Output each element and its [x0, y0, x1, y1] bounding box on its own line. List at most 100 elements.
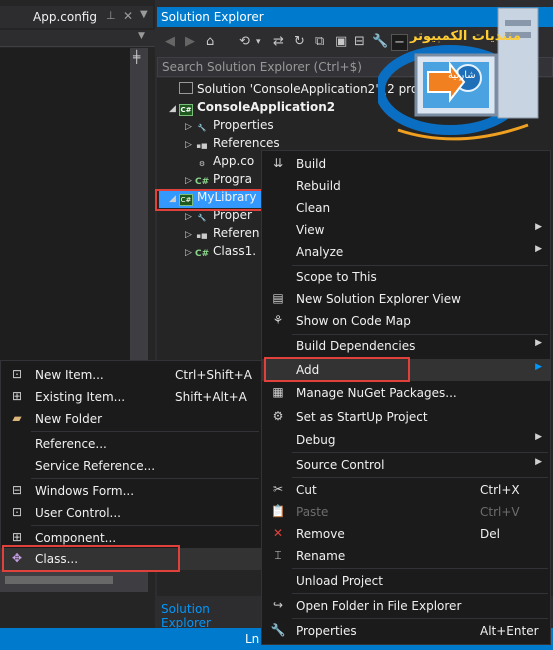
- expand-arrow-icon[interactable]: ▷: [185, 140, 195, 150]
- menu-item-properties[interactable]: 🔧 Properties Alt+Enter: [262, 620, 550, 642]
- menu-item-new-folder[interactable]: ▰ New Folder: [1, 408, 261, 430]
- menu-item-build[interactable]: ⇊ Build: [262, 153, 550, 175]
- document-tab[interactable]: App.config ⊥ ✕ ▼: [0, 6, 153, 28]
- menu-shortcut: Del: [480, 527, 500, 541]
- remove-icon: ✕: [272, 526, 284, 540]
- expand-arrow-icon[interactable]: ▷: [185, 176, 195, 186]
- menu-item-remove[interactable]: ✕ Remove Del: [262, 523, 550, 545]
- tree-label: ConsoleApplication2: [197, 100, 336, 114]
- forward-icon[interactable]: ▶: [185, 34, 195, 49]
- horizontal-scrollbar[interactable]: [0, 570, 148, 592]
- chevron-down-icon[interactable]: ▼: [138, 31, 145, 41]
- menu-item-analyze[interactable]: Analyze ▶: [262, 241, 550, 263]
- existing-item-icon: ⊞: [11, 389, 23, 403]
- tree-node-consoleapplication2[interactable]: ◢ C# ConsoleApplication2: [169, 100, 335, 118]
- back-icon[interactable]: ◀: [165, 34, 175, 49]
- menu-item-scope-to-this[interactable]: Scope to This: [262, 266, 550, 288]
- menu-separator: [292, 568, 548, 569]
- menu-item-unload-project[interactable]: Unload Project: [262, 570, 550, 592]
- wrench-icon: 🔧: [197, 214, 207, 222]
- expand-arrow-icon[interactable]: ▷: [185, 212, 195, 222]
- wrench-icon: 🔧: [197, 124, 207, 132]
- menu-item-rename[interactable]: ⌶ Rename: [262, 545, 550, 567]
- chevron-down-icon[interactable]: ▾: [256, 37, 261, 47]
- sync-icon[interactable]: ⟲: [239, 34, 250, 49]
- menu-item-set-startup[interactable]: ⚙ Set as StartUp Project: [262, 406, 550, 428]
- tree-label: App.co: [213, 154, 255, 168]
- navigation-bar[interactable]: ▼: [0, 30, 155, 47]
- paste-icon: 📋: [270, 504, 286, 518]
- menu-item-clean[interactable]: Clean: [262, 197, 550, 219]
- menu-item-debug[interactable]: Debug ▶: [262, 429, 550, 451]
- rename-icon: ⌶: [274, 548, 282, 562]
- menu-separator: [31, 478, 259, 479]
- menu-label: Existing Item...: [35, 390, 126, 404]
- menu-item-new-item[interactable]: ⊡ New Item... Ctrl+Shift+A: [1, 364, 261, 386]
- highlight-box: [264, 357, 410, 382]
- menu-label: Analyze: [296, 245, 344, 259]
- menu-item-windows-form[interactable]: ⊟ Windows Form...: [1, 480, 261, 502]
- collapse-all-icon[interactable]: ⧉: [315, 34, 324, 49]
- windows-form-icon: ⊟: [11, 483, 23, 497]
- menu-label: Build: [296, 157, 327, 171]
- menu-item-show-on-code-map[interactable]: ⚘ Show on Code Map: [262, 310, 550, 332]
- tree-node-properties[interactable]: ▷ 🔧 Properties: [185, 118, 274, 136]
- menu-label: Source Control: [296, 458, 385, 472]
- status-line: Ln: [245, 632, 260, 646]
- menu-item-build-dependencies[interactable]: Build Dependencies ▶: [262, 335, 550, 357]
- menu-item-rebuild[interactable]: Rebuild: [262, 175, 550, 197]
- folder-icon: ▰: [12, 411, 22, 425]
- tab-solution-explorer[interactable]: Solution Explorer: [157, 596, 257, 630]
- preview-icon[interactable]: ⊟: [354, 34, 365, 49]
- menu-item-manage-nuget[interactable]: ▦ Manage NuGet Packages...: [262, 382, 550, 404]
- tree-node-class1[interactable]: ▷ C# Class1.: [185, 244, 256, 262]
- menu-item-open-folder[interactable]: ↪ Open Folder in File Explorer: [262, 595, 550, 617]
- menu-label: Debug: [296, 433, 336, 447]
- chevron-down-icon[interactable]: ▼: [140, 9, 148, 20]
- close-icon[interactable]: ✕: [123, 9, 133, 23]
- home-icon[interactable]: ⌂: [206, 34, 214, 49]
- refresh-icon[interactable]: ↻: [294, 34, 305, 49]
- new-item-icon: ⊡: [11, 367, 23, 381]
- open-folder-icon: ↪: [272, 598, 284, 612]
- references-icon: ▪■: [196, 142, 208, 150]
- menu-item-service-reference[interactable]: Service Reference...: [1, 455, 261, 477]
- submenu-arrow-icon: ▶: [535, 338, 542, 348]
- scrollbar-thumb[interactable]: [5, 576, 113, 584]
- config-file-icon: ⚙: [198, 160, 206, 168]
- show-all-files-icon[interactable]: ▣: [335, 34, 347, 49]
- menu-item-view[interactable]: View ▶: [262, 219, 550, 241]
- menu-label: Rebuild: [296, 179, 341, 193]
- panel-title: Solution Explorer: [161, 10, 264, 24]
- menu-item-user-control[interactable]: ⊡ User Control...: [1, 502, 261, 524]
- tab-label: Solution Explorer: [161, 602, 211, 630]
- submenu-arrow-icon: ▶: [535, 457, 542, 467]
- menu-label: New Solution Explorer View: [296, 292, 461, 306]
- pin-icon[interactable]: ⊥: [106, 9, 116, 22]
- tree-node-references-2[interactable]: ▷ ▪■ Referen: [185, 226, 259, 244]
- menu-item-new-solution-explorer-view[interactable]: ▤ New Solution Explorer View: [262, 288, 550, 310]
- splitter-icon[interactable]: ╪: [133, 51, 140, 63]
- expand-arrow-icon[interactable]: ▷: [185, 248, 195, 258]
- menu-label: View: [296, 223, 325, 237]
- menu-item-cut[interactable]: ✂ Cut Ctrl+X: [262, 479, 550, 501]
- menu-item-reference[interactable]: Reference...: [1, 433, 261, 455]
- refresh-icon[interactable]: ⇄: [273, 34, 284, 49]
- menu-item-source-control[interactable]: Source Control ▶: [262, 454, 550, 476]
- tree-node-program[interactable]: ▷ C# Progra: [185, 172, 252, 190]
- expand-arrow-icon[interactable]: ▷: [185, 122, 195, 132]
- new-view-icon: ▤: [272, 291, 284, 305]
- menu-item-paste[interactable]: 📋 Paste Ctrl+V: [262, 501, 550, 523]
- csharp-file-icon: C#: [195, 177, 210, 187]
- expand-arrow-icon[interactable]: ▷: [185, 230, 195, 240]
- search-placeholder: Search Solution Explorer (Ctrl+$): [162, 60, 362, 74]
- menu-label: Manage NuGet Packages...: [296, 386, 457, 400]
- menu-shortcut: Alt+Enter: [480, 624, 539, 638]
- expand-arrow-icon[interactable]: ◢: [169, 104, 179, 114]
- menu-shortcut: Ctrl+V: [480, 505, 520, 519]
- menu-label: Scope to This: [296, 270, 377, 284]
- menu-item-existing-item[interactable]: ⊞ Existing Item... Shift+Alt+A: [1, 386, 261, 408]
- tree-node-app-config[interactable]: ⚙ App.co: [185, 154, 254, 172]
- menu-label: Reference...: [35, 437, 107, 451]
- tree-label: Class1.: [213, 244, 257, 258]
